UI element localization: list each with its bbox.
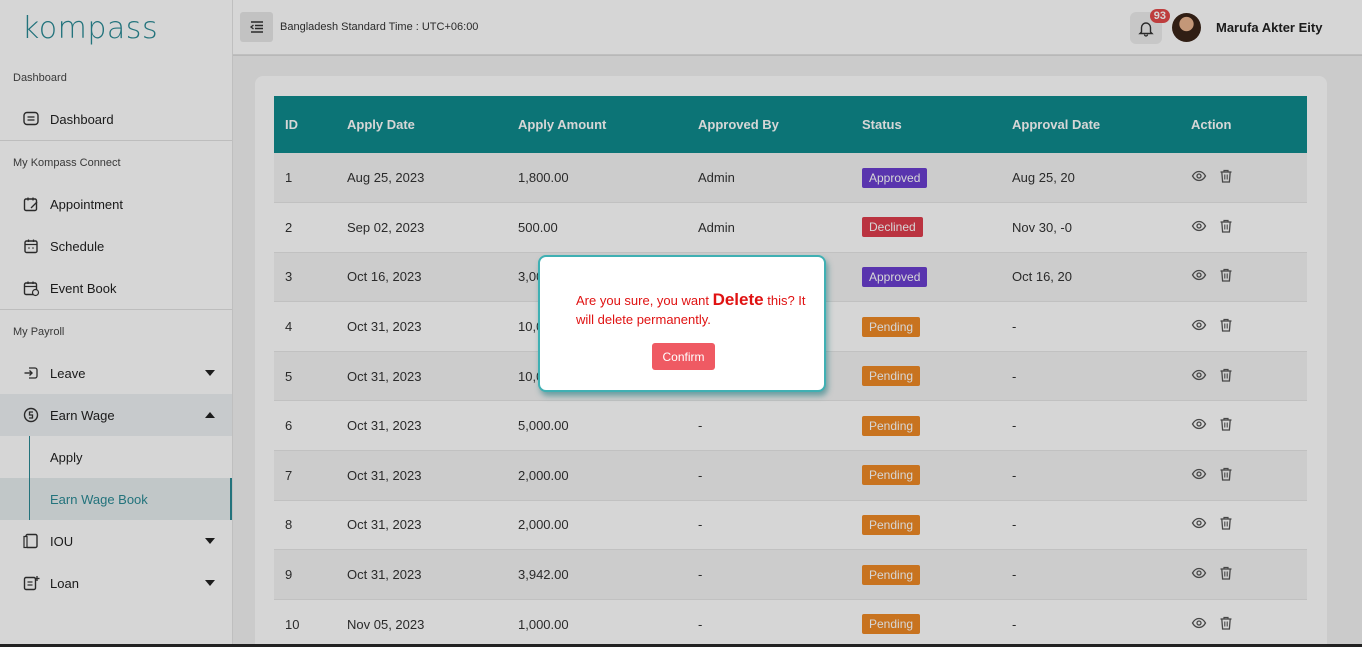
delete-confirm-modal: Are you sure, you want Delete this? It w… <box>538 255 826 392</box>
modal-message-delete: Delete <box>712 290 764 309</box>
modal-message-prefix: Are you sure, you want <box>576 293 713 308</box>
modal-message: Are you sure, you want Delete this? It w… <box>576 290 806 329</box>
confirm-button[interactable]: Confirm <box>652 343 715 370</box>
